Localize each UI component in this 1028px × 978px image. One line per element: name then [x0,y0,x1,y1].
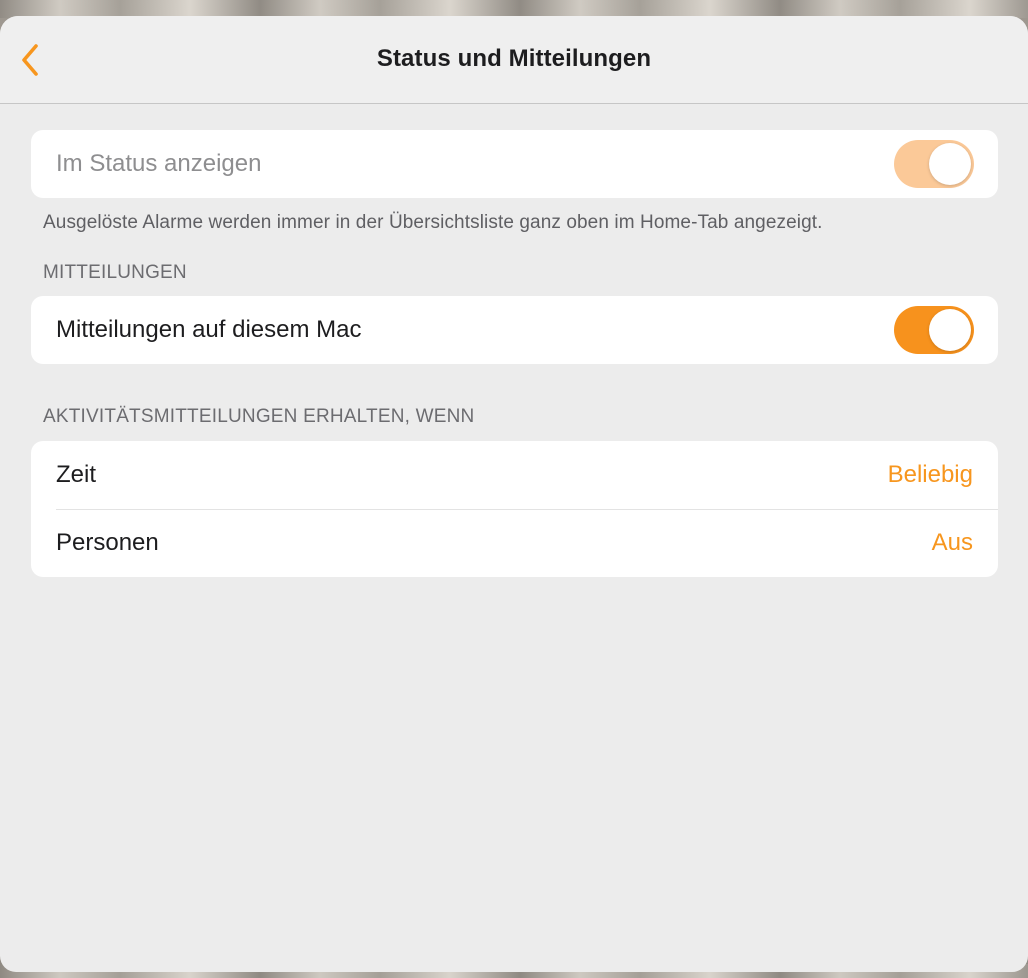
show-in-status-row: Im Status anzeigen [31,130,998,198]
activity-section-header: AKTIVITÄTSMITTEILUNGEN ERHALTEN, WENN [43,406,475,427]
activity-row-value[interactable]: Aus [932,529,973,557]
notifications-section-header: MITTEILUNGEN [43,262,187,283]
toggle-knob [929,143,971,185]
show-in-status-toggle[interactable] [894,140,974,188]
status-footnote: Ausgelöste Alarme werden immer in der Üb… [43,212,823,233]
activity-row-value[interactable]: Beliebig [888,461,973,489]
activity-row-label: Zeit [56,461,97,488]
notifications-on-mac-row: Mitteilungen auf diesem Mac [31,296,998,364]
toggle-knob [929,309,971,351]
settings-sheet: Status und Mitteilungen Im Status anzeig… [0,16,1028,972]
activity-row-people[interactable]: Personen Aus [31,509,998,577]
show-in-status-label: Im Status anzeigen [56,150,262,177]
notifications-card: Mitteilungen auf diesem Mac [31,296,998,364]
activity-row-time[interactable]: Zeit Beliebig [31,441,998,509]
activity-card: Zeit Beliebig Personen Aus [31,441,998,577]
activity-row-label: Personen [56,529,159,556]
notifications-on-mac-label: Mitteilungen auf diesem Mac [56,316,362,343]
status-card: Im Status anzeigen [31,130,998,198]
navigation-bar: Status und Mitteilungen [0,16,1028,104]
page-title: Status und Mitteilungen [376,45,652,72]
notifications-on-mac-toggle[interactable] [894,306,974,354]
